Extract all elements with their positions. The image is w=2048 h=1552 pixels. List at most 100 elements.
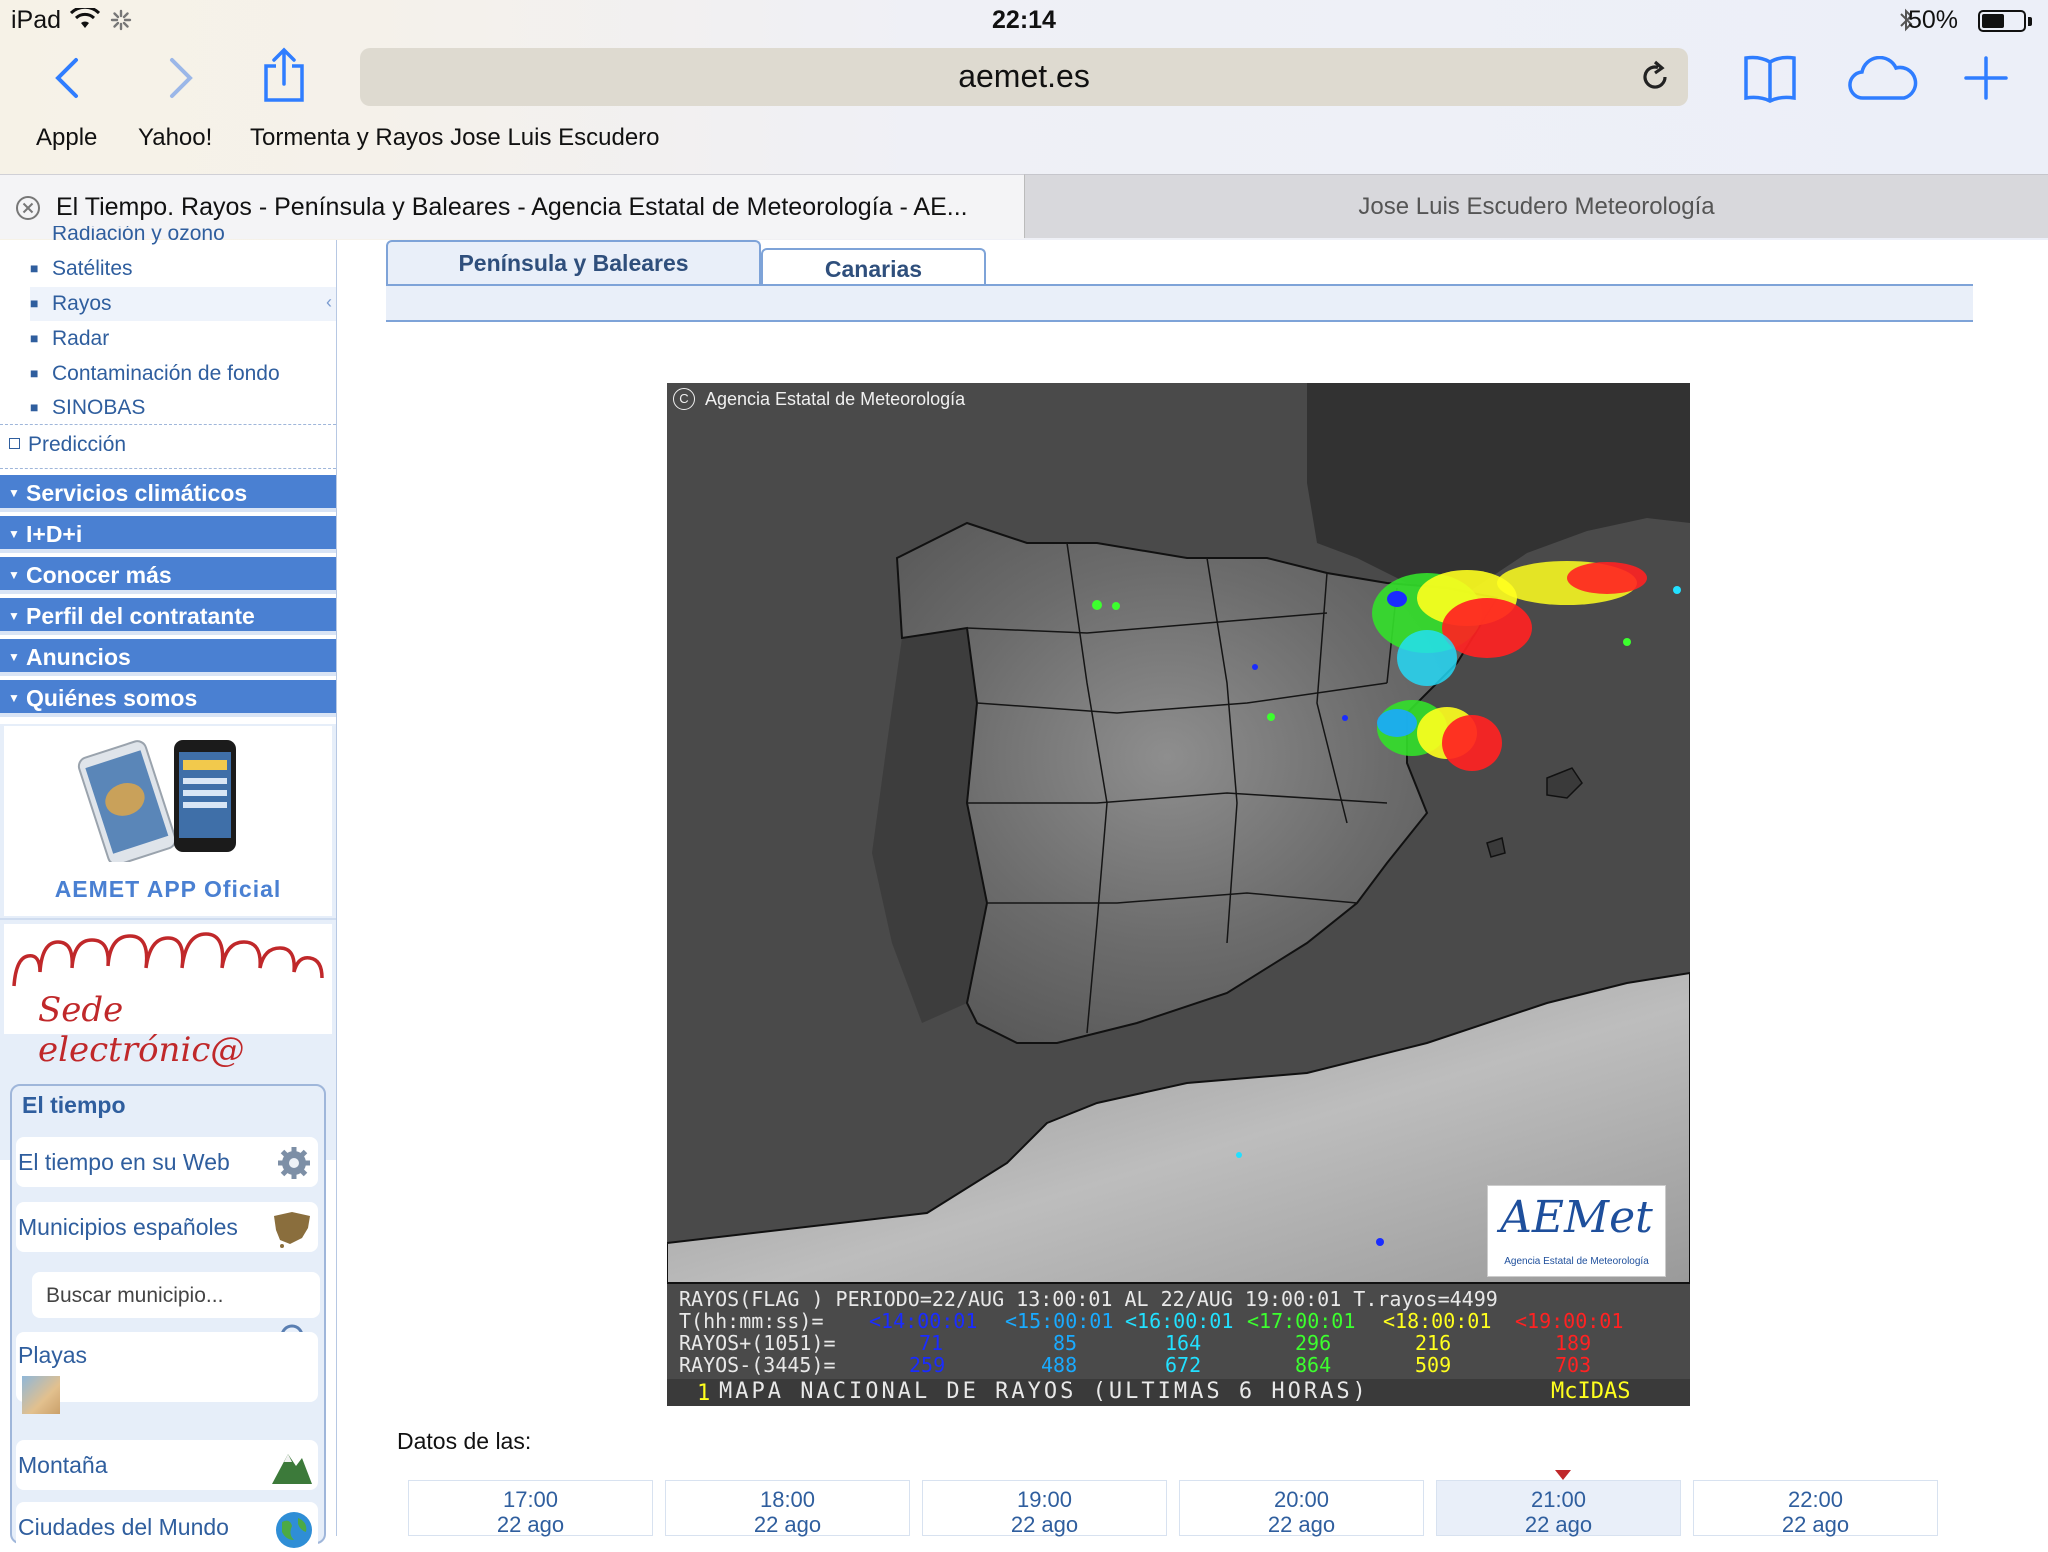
lightning-map: C Agencia Estatal de Meteorología AEMet … [667, 383, 1690, 1406]
slot-4: <17:00:01 [1247, 1309, 1356, 1333]
back-icon[interactable] [52, 56, 82, 100]
sidebar-item-sinobas[interactable]: ■ SINOBAS [30, 391, 336, 425]
tab-strip [386, 284, 1973, 322]
selected-time-marker-icon [1555, 1470, 1571, 1480]
menu-servicios-climaticos[interactable]: ▼ Servicios climáticos [0, 475, 336, 512]
phones-illustration [77, 740, 236, 862]
globe-icon [276, 1512, 312, 1548]
divider [0, 468, 336, 469]
sede-electronica[interactable]: Sede electrónic@ [4, 924, 332, 1070]
slot-1: <14:00:01 [869, 1309, 978, 1333]
footer-brand: McIDAS [1551, 1379, 1631, 1404]
browser-chrome: iPad 22:14 50% aemet.es Apple Yahoo! Tor… [0, 0, 2048, 240]
neg-2: 488 [1041, 1353, 1078, 1377]
time-card-1700[interactable]: 17:00 22 ago [408, 1480, 653, 1537]
cloud-tabs-icon[interactable] [1848, 56, 1918, 102]
url-text: aemet.es [958, 58, 1090, 94]
sidebar-item-rayos[interactable]: ■ Rayos ‹ [30, 287, 336, 321]
time-card-1800[interactable]: 18:00 22 ago [665, 1480, 910, 1537]
reading-list-icon[interactable] [1742, 54, 1798, 104]
time-card-2200[interactable]: 22:00 22 ago [1693, 1480, 1938, 1537]
copyright-icon: C [673, 388, 695, 410]
share-icon[interactable] [262, 46, 306, 104]
menu-conocer-mas[interactable]: ▼ Conocer más [0, 557, 336, 594]
time-card-2000[interactable]: 20:00 22 ago [1179, 1480, 1424, 1537]
sidebar-item-cut[interactable]: Radiación y ozono [30, 226, 336, 252]
footer-index: 1 [697, 1381, 711, 1406]
new-tab-icon[interactable] [1964, 56, 2008, 100]
montana[interactable]: Montaña [16, 1440, 318, 1490]
tab-peninsula-baleares[interactable]: Península y Baleares [386, 240, 761, 284]
sidebar-item-satelites[interactable]: ■ Satélites [30, 252, 336, 286]
pos-1: 71 [919, 1331, 944, 1355]
aemet-logo: AEMet Agencia Estatal de Meteorología [1487, 1185, 1666, 1277]
battery-tip [2028, 17, 2032, 26]
gear-icon [278, 1147, 310, 1179]
neg-3: 672 [1165, 1353, 1202, 1377]
battery-percent: 50% [1907, 6, 1958, 34]
close-tab-icon[interactable] [15, 195, 41, 221]
sede-label: Sede electrónic@ [38, 990, 245, 1070]
sidebar-item-prediccion[interactable]: Predicción [0, 428, 336, 466]
search-placeholder: Buscar municipio... [46, 1284, 224, 1307]
menu-idi[interactable]: ▼ I+D+i [0, 516, 336, 553]
pos-3: 164 [1165, 1331, 1202, 1355]
pos-2: 85 [1053, 1331, 1078, 1355]
divider [0, 918, 336, 920]
period-line: RAYOS(FLAG ) PERIODO=22/AUG 13:00:01 AL … [679, 1287, 1498, 1311]
municipios-espanoles[interactable]: Municipios españoles [16, 1202, 318, 1252]
negative-label: RAYOS-(3445)= [679, 1353, 836, 1377]
pos-6: 189 [1555, 1331, 1592, 1355]
el-tiempo-en-su-web[interactable]: El tiempo en su Web [16, 1137, 318, 1187]
mountain-icon [272, 1454, 312, 1484]
neg-6: 703 [1555, 1353, 1592, 1377]
pos-5: 216 [1415, 1331, 1452, 1355]
sidebar-item-contaminacion[interactable]: ■ Contaminación de fondo [30, 357, 336, 391]
caret-down-icon: ▼ [8, 486, 20, 500]
menu-perfil-contratante[interactable]: ▼ Perfil del contratante [0, 598, 336, 635]
caret-down-icon: ▼ [8, 527, 20, 541]
menu-quienes-somos[interactable]: ▼ Quiénes somos [0, 680, 336, 717]
divider [0, 424, 336, 425]
time-card-1900[interactable]: 19:00 22 ago [922, 1480, 1167, 1537]
tab-active-title: El Tiempo. Rayos - Península y Baleares … [56, 193, 968, 221]
bookmark-yahoo[interactable]: Yahoo! [138, 124, 212, 152]
neg-5: 509 [1415, 1353, 1452, 1377]
status-time: 22:14 [992, 6, 1056, 34]
data-time-label: Datos de las: [397, 1428, 532, 1454]
bookmark-apple[interactable]: Apple [36, 124, 97, 152]
slot-6: <19:00:01 [1515, 1309, 1624, 1333]
playas[interactable]: Playas [16, 1332, 318, 1414]
address-bar[interactable]: aemet.es [360, 48, 1688, 106]
app-promo[interactable]: AEMET APP Oficial [4, 726, 332, 916]
slot-2: <15:00:01 [1005, 1309, 1114, 1333]
bookmark-tormenta-rayos[interactable]: Tormenta y Rayos Jose Luis Escudero [250, 124, 660, 152]
sidebar: Radiación y ozono ■ Satélites ■ Rayos ‹ ■ R… [0, 226, 337, 1552]
search-municipio-input[interactable]: Buscar municipio... [32, 1272, 320, 1318]
menu-anuncios[interactable]: ▼ Anuncios [0, 639, 336, 676]
region-tabs: Península y Baleares Canarias [386, 240, 1973, 322]
caret-down-icon: ▼ [8, 568, 20, 582]
slot-3: <16:00:01 [1125, 1309, 1234, 1333]
time-card-2100-selected[interactable]: 21:00 22 ago [1436, 1480, 1681, 1537]
neg-4: 864 [1295, 1353, 1332, 1377]
forward-icon[interactable] [166, 56, 196, 100]
pos-4: 296 [1295, 1331, 1332, 1355]
time-label: T(hh:mm:ss)= [679, 1309, 824, 1333]
slot-5: <18:00:01 [1383, 1309, 1492, 1333]
reload-icon[interactable] [1638, 60, 1672, 94]
collapsed-box-icon [9, 438, 20, 449]
battery-icon [1978, 10, 2026, 32]
ciudades-del-mundo[interactable]: Ciudades del Mundo [16, 1502, 318, 1552]
positive-label: RAYOS+(1051)= [679, 1331, 836, 1355]
aemet-logo-subtext: Agencia Estatal de Meteorología [1504, 1256, 1649, 1267]
aemet-logo-text: AEMet [1500, 1192, 1653, 1243]
tab-canarias[interactable]: Canarias [761, 248, 986, 284]
el-tiempo-title: El tiempo [22, 1092, 126, 1118]
footer-title: MAPA NACIONAL DE RAYOS (ULTIMAS 6 HORAS) [719, 1379, 1369, 1404]
caret-down-icon: ▼ [8, 609, 20, 623]
sidebar-item-radar[interactable]: ■ Radar [30, 322, 336, 356]
tab-inactive-title: Jose Luis Escudero Meteorología [1358, 193, 1715, 220]
tab-inactive[interactable]: Jose Luis Escudero Meteorología [1024, 174, 2048, 238]
beach-icon [22, 1376, 60, 1414]
